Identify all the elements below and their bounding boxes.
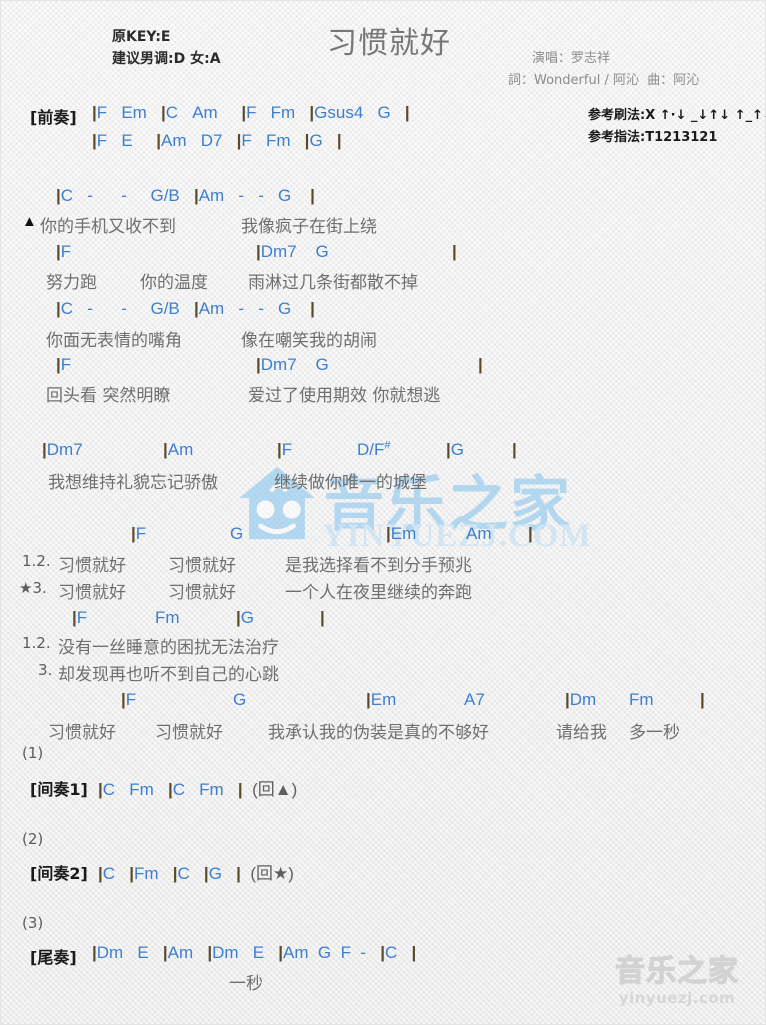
original-key: 原KEY:E bbox=[112, 29, 171, 45]
verse2-lyric-1a: 你面无表情的嘴角 bbox=[46, 331, 182, 351]
verse2-chord-line-2b: |Dm7 G bbox=[256, 355, 329, 374]
chorus2-chord-fm: Fm bbox=[155, 608, 180, 627]
chorus3-lyric-b: 习惯就好 bbox=[155, 723, 223, 743]
verse1-lyric-2a: 努力跑 bbox=[46, 273, 97, 293]
prechorus-chord-end: | bbox=[512, 440, 517, 459]
intro-chord-line-1: |F Em |C Am |F Fm |Gsus4 G | bbox=[92, 103, 410, 122]
prechorus-lyric-b: 继续做你唯一的城堡 bbox=[274, 473, 427, 493]
verse1-chord-line-2: |F bbox=[56, 242, 72, 261]
verse1-lyric-2b: 你的温度 bbox=[140, 273, 208, 293]
chorus2-chord-end: | bbox=[320, 608, 325, 627]
chorus2-ending-3-label: 3. bbox=[38, 661, 53, 679]
suggested-key: 建议男调:D 女:A bbox=[112, 51, 221, 67]
chorus3-lyric-a: 习惯就好 bbox=[48, 723, 116, 743]
ending-1-label: (1) bbox=[22, 744, 44, 762]
chorus2-lyric-12: 没有一丝睡意的困扰无法治疗 bbox=[58, 638, 279, 658]
chorus3-chord-f: |F bbox=[121, 690, 137, 709]
fingering-pattern: 参考指法:T1213121 bbox=[588, 130, 718, 145]
chorus3-chord-end: | bbox=[700, 690, 705, 709]
verse1-lyric-1b: 我像疯子在街上绕 bbox=[241, 217, 377, 237]
prechorus-lyric-a: 我想维持礼貌忘记骄傲 bbox=[48, 473, 218, 493]
chorus3-lyric-d: 请给我 bbox=[556, 723, 607, 743]
section-outro-label: [尾奏] bbox=[30, 948, 77, 967]
chorus-lyric-3c: 一个人在夜里继续的奔跑 bbox=[285, 583, 472, 603]
chorus3-chord-em: |Em bbox=[366, 690, 397, 709]
verse1-chord-line-2b: |Dm7 G bbox=[256, 242, 329, 261]
prechorus-chord-am: |Am bbox=[163, 440, 194, 459]
verse2-lyric-2b: 爱过了使用期效 你就想逃 bbox=[248, 386, 441, 406]
chorus-lyric-12b: 习惯就好 bbox=[168, 556, 236, 576]
verse2-chord-line-2: |F bbox=[56, 355, 72, 374]
prechorus-chord-dfsharp: D/F# bbox=[357, 439, 391, 459]
outro-chord-line: |Dm E |Am |Dm E |Am G F - |C | bbox=[92, 943, 417, 962]
verse2-lyric-1b: 像在嘲笑我的胡闹 bbox=[241, 331, 377, 351]
prechorus-chord-f: |F bbox=[277, 440, 293, 459]
verse1-lyric-1a: 你的手机又收不到 bbox=[40, 217, 176, 237]
chorus-chord-end1: | bbox=[528, 524, 533, 543]
chorus3-chord-a7: A7 bbox=[464, 690, 485, 709]
page-title: 习惯就好 bbox=[327, 26, 451, 61]
verse2-chord-line-1: |C - - G/B |Am - - G | bbox=[56, 299, 315, 318]
chorus2-chord-g: |G bbox=[236, 608, 254, 627]
interlude2-chord-line: |C |Fm |C |G | (回★) bbox=[98, 864, 294, 883]
verse2-chord-line-2-end: | bbox=[478, 355, 483, 374]
chorus-chord-am1: Am bbox=[466, 524, 492, 543]
chorus3-chord-fm: Fm bbox=[629, 690, 654, 709]
chorus-chord-g1: G bbox=[230, 524, 244, 543]
section-intro-label: [前奏] bbox=[30, 108, 77, 127]
prechorus-chord-line: |Dm7 bbox=[42, 440, 83, 459]
intro-chord-line-2: |F E |Am D7 |F Fm |G | bbox=[92, 131, 342, 150]
chorus-lyric-12c: 是我选择看不到分手预兆 bbox=[285, 556, 472, 576]
chorus-lyric-3a: 习惯就好 bbox=[58, 583, 126, 603]
section-interlude1-label: [间奏1] bbox=[30, 780, 88, 799]
section-interlude2-label: [间奏2] bbox=[30, 864, 88, 883]
chorus2-ending-12-label: 1.2. bbox=[22, 634, 51, 652]
chorus-chord-em1: |Em bbox=[386, 524, 417, 543]
chorus2-chord-f: |F bbox=[72, 608, 88, 627]
chorus-ending-3-label: ★3. bbox=[19, 579, 47, 597]
chorus3-chord-dm: |Dm bbox=[565, 690, 597, 709]
ending-2-label: (2) bbox=[22, 830, 44, 848]
interlude1-chord-line: |C Fm |C Fm | (回▲) bbox=[98, 780, 298, 799]
singer-credit: 演唱：罗志祥 bbox=[532, 51, 611, 66]
verse1-chord-line-2-end: | bbox=[452, 242, 457, 261]
ending-3-label: (3) bbox=[22, 914, 44, 932]
verse1-lyric-2c: 雨淋过几条街都散不掉 bbox=[248, 273, 418, 293]
chorus3-chord-g: G bbox=[233, 690, 247, 709]
prechorus-chord-g: |G bbox=[446, 440, 464, 459]
strum-pattern: 参考刷法:X ↑·↓ _↓↑↓ ↑_↑↓ bbox=[588, 108, 766, 123]
chorus-lyric-3b: 习惯就好 bbox=[168, 583, 236, 603]
chorus3-lyric-e: 多一秒 bbox=[629, 723, 680, 743]
chorus-chord-f1: |F bbox=[131, 524, 147, 543]
writer-credit: 詞：Wonderful / 阿沁 曲：阿沁 bbox=[508, 73, 700, 88]
verse1-chord-line-1: |C - - G/B |Am - - G | bbox=[56, 186, 315, 205]
chorus-ending-12-label: 1.2. bbox=[22, 552, 51, 570]
chorus2-lyric-3: 却发现再也听不到自己的心跳 bbox=[58, 665, 279, 685]
chord-sheet-content: 原KEY:E 建议男调:D 女:A 习惯就好 演唱：罗志祥 詞：Wonderfu… bbox=[0, 0, 766, 1025]
chorus3-lyric-c: 我承认我的伪装是真的不够好 bbox=[268, 723, 489, 743]
verse1-marker-triangle: ▲ bbox=[22, 213, 37, 230]
chorus-lyric-12a: 习惯就好 bbox=[58, 556, 126, 576]
outro-lyric: 一秒 bbox=[229, 974, 263, 994]
verse2-lyric-2a: 回头看 突然明瞭 bbox=[46, 386, 171, 406]
